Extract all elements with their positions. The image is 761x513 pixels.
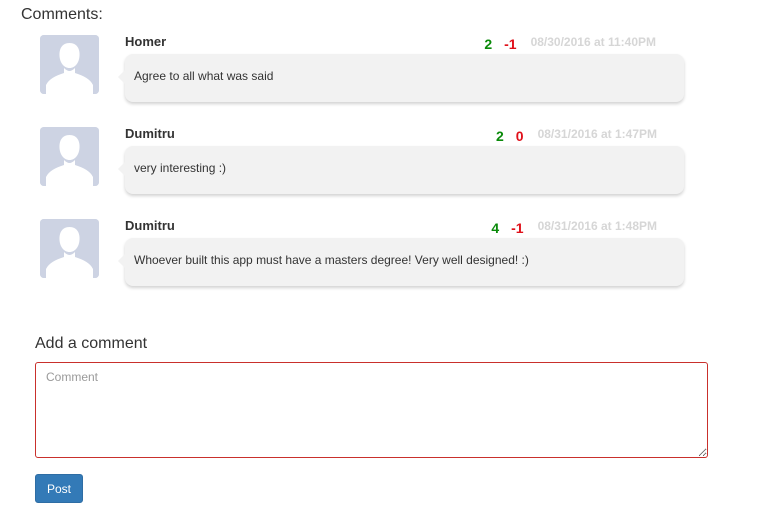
upvote-count[interactable]: 4 — [491, 221, 499, 235]
comment-author: Dumitru — [125, 126, 175, 141]
comment-meta: 2 -1 08/30/2016 at 11:40PM — [484, 35, 656, 51]
comment-input[interactable] — [35, 362, 708, 458]
comment-timestamp: 08/31/2016 at 1:47PM — [537, 127, 657, 141]
avatar — [40, 219, 99, 278]
comment-meta: 4 -1 08/31/2016 at 1:48PM — [491, 219, 657, 235]
comment-author: Dumitru — [125, 218, 175, 233]
downvote-count[interactable]: -1 — [511, 221, 523, 235]
comment-item: Homer 2 -1 08/30/2016 at 11:40PM Agree t… — [40, 35, 700, 105]
downvote-count[interactable]: 0 — [516, 129, 524, 143]
comments-page: Comments: Homer 2 -1 08/30/2016 at 11:40… — [0, 0, 761, 513]
comments-heading: Comments: — [21, 6, 103, 23]
user-silhouette-icon — [40, 127, 99, 186]
upvote-count[interactable]: 2 — [484, 37, 492, 51]
add-comment-heading: Add a comment — [35, 335, 148, 352]
upvote-count[interactable]: 2 — [496, 129, 504, 143]
comment-bubble: Whoever built this app must have a maste… — [118, 238, 684, 286]
comment-text: Whoever built this app must have a maste… — [134, 253, 529, 267]
comment-timestamp: 08/30/2016 at 11:40PM — [530, 35, 656, 49]
comment-item: Dumitru 4 -1 08/31/2016 at 1:48PM Whoeve… — [40, 219, 700, 289]
avatar — [40, 127, 99, 186]
comment-author: Homer — [125, 34, 167, 49]
user-silhouette-icon — [40, 219, 99, 278]
downvote-count[interactable]: -1 — [504, 37, 516, 51]
comment-bubble: very interesting :) — [118, 146, 684, 194]
comment-timestamp: 08/31/2016 at 1:48PM — [537, 219, 657, 233]
comment-bubble: Agree to all what was said — [118, 54, 684, 102]
comment-text: very interesting :) — [134, 161, 227, 175]
user-silhouette-icon — [40, 35, 99, 94]
avatar — [40, 35, 99, 94]
comment-meta: 2 0 08/31/2016 at 1:47PM — [496, 127, 657, 143]
comment-text: Agree to all what was said — [134, 69, 274, 83]
post-button[interactable]: Post — [35, 474, 83, 503]
comment-item: Dumitru 2 0 08/31/2016 at 1:47PM very in… — [40, 127, 700, 197]
